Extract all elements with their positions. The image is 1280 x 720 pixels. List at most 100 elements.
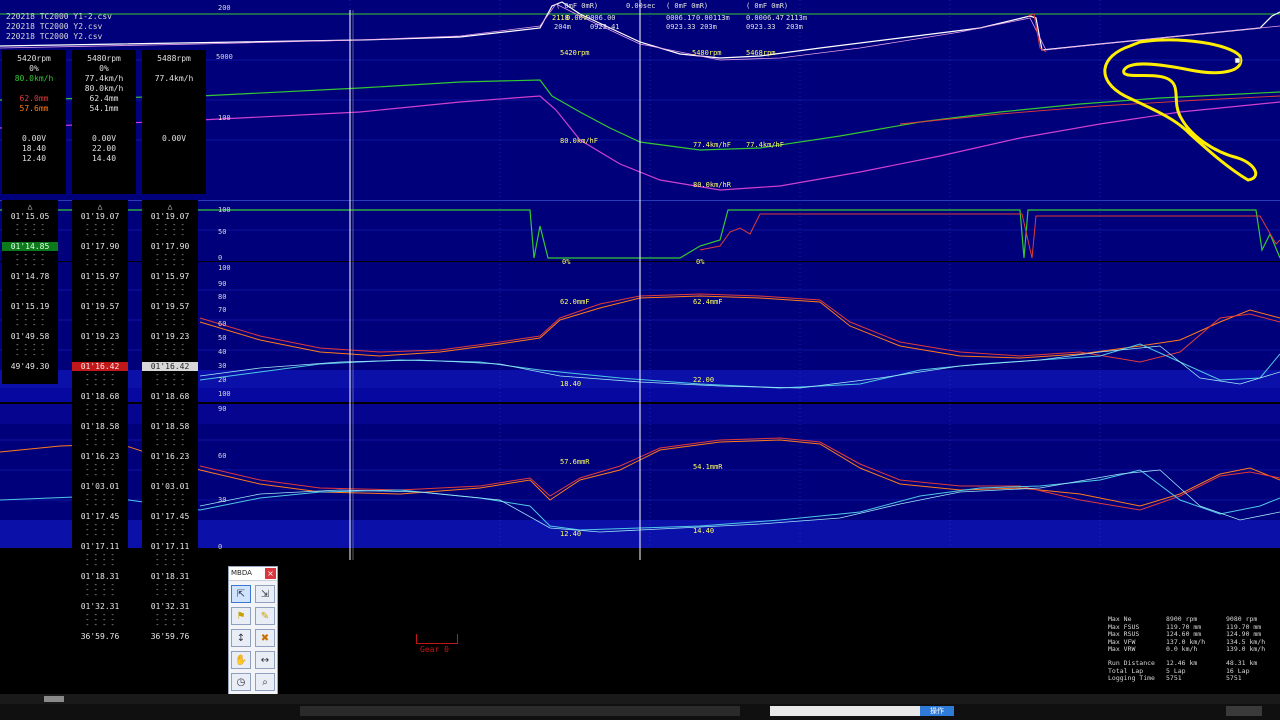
lap-time[interactable]: 01'32.31 <box>72 602 128 611</box>
cursor-readout: 0.00sec <box>626 2 656 10</box>
col1-susp-f: 62.0mm <box>19 94 49 103</box>
lap-time[interactable]: 01'18.58 <box>72 422 128 431</box>
lap-time[interactable]: 01'17.11 <box>142 542 198 551</box>
close-icon[interactable]: × <box>265 568 276 579</box>
lap-time[interactable]: 01'18.31 <box>72 572 128 581</box>
lap-separator: - - - -- - - -- - - - <box>155 281 185 299</box>
lap-time[interactable]: 01'14.78 <box>2 272 58 281</box>
timeline-thumb[interactable] <box>44 696 64 702</box>
lap-time[interactable]: 01'16.42 <box>72 362 128 371</box>
cursor-readout: 0.00113m <box>696 14 730 22</box>
col3-rpm: 5488rpm <box>157 54 191 63</box>
lap-separator: - - - -- - - -- - - - <box>85 341 115 359</box>
lap-time[interactable]: 01'19.57 <box>142 302 198 311</box>
cursor-readout: ( 0mF 0mR) <box>746 2 789 10</box>
lap-time[interactable]: 01'17.90 <box>142 242 198 251</box>
lap-time[interactable]: 01'18.68 <box>142 392 198 401</box>
zoom-horizontal-icon[interactable]: ↔ <box>255 651 275 669</box>
lap-time[interactable]: 01'19.07 <box>142 212 198 221</box>
lap-separator: - - - -- - - -- - - - <box>155 311 185 329</box>
rear-susp-tick: 60 <box>218 452 227 460</box>
lap-separator: - - - -- - - -- - - - <box>15 221 45 239</box>
marker-edit-icon[interactable]: ✎ <box>255 607 275 625</box>
col1-volt: 0.00V <box>21 134 47 143</box>
front-susp-tick: 100 <box>218 264 231 272</box>
throttle-tick: 100 <box>218 206 231 214</box>
lap-time[interactable]: 01'49.58 <box>2 332 58 341</box>
lap-time[interactable]: 01'03.01 <box>72 482 128 491</box>
lap-separator: - - - -- - - -- - - - <box>155 521 185 539</box>
rear-susp-tick: 30 <box>218 496 227 504</box>
lap-time[interactable]: 01'17.11 <box>72 542 128 551</box>
timeline-scrollbar[interactable] <box>0 694 1280 704</box>
lap-time[interactable]: 01'16.23 <box>142 452 198 461</box>
lap-time[interactable]: 01'15.19 <box>2 302 58 311</box>
lap-time[interactable]: 01'17.45 <box>142 512 198 521</box>
lap-time[interactable]: 01'03.01 <box>142 482 198 491</box>
lap-time[interactable]: 01'19.57 <box>72 302 128 311</box>
lap-header-marker: △ <box>27 202 33 211</box>
toolbox-titlebar[interactable]: MBDA × <box>229 567 277 581</box>
lap-time[interactable]: 01'18.58 <box>142 422 198 431</box>
lap-time[interactable]: 01'16.42 <box>142 362 198 371</box>
col1-pct: 0% <box>29 64 39 73</box>
magnify-icon[interactable]: ⌕ <box>255 673 275 691</box>
cursor-readout: 0923.41 <box>590 23 620 31</box>
lap-separator: - - - -- - - -- - - - <box>155 551 185 569</box>
rear-susp-label: 12.40 <box>560 530 582 538</box>
lap-time[interactable]: 01'19.07 <box>72 212 128 221</box>
cursor-readout: 204m <box>554 23 571 31</box>
lap-time[interactable]: 01'17.90 <box>72 242 128 251</box>
lap-time[interactable]: 01'18.31 <box>142 572 198 581</box>
cursor-readout: 0006.00 <box>586 14 616 22</box>
marker-set-icon[interactable]: ⚑ <box>231 607 251 625</box>
lap-header-marker: △ <box>97 202 103 211</box>
lap-separator: - - - -- - - -- - - - <box>85 581 115 599</box>
lap-time[interactable]: 01'19.23 <box>72 332 128 341</box>
rpm-label: 5480rpm <box>692 49 722 57</box>
lap-time[interactable]: 01'16.23 <box>72 452 128 461</box>
lap-separator: - - - -- - - -- - - - <box>15 281 45 299</box>
col3-speed: 77.4km/h <box>154 74 194 83</box>
stat-v2: 139.0 km/h <box>1226 645 1266 653</box>
clock-icon[interactable]: ◷ <box>231 673 251 691</box>
stat-v1: 0.0 km/h <box>1166 645 1198 653</box>
col2-susp-r: 54.1mm <box>89 104 119 113</box>
lap-time[interactable]: 01'17.45 <box>72 512 128 521</box>
lap-time[interactable]: 01'15.05 <box>2 212 58 221</box>
front-susp-trace-red <box>199 293 1280 363</box>
cursor-b-icon[interactable]: ⇲ <box>255 585 275 603</box>
lap-time[interactable]: 01'15.97 <box>142 272 198 281</box>
status-tab[interactable]: 操作 <box>920 706 954 716</box>
lap-time[interactable]: 36'59.76 <box>142 632 198 641</box>
toolbox-window[interactable]: MBDA × ⇱ ⇲ ⚑ ✎ ↕ ✖ ✋ ↔ ◷ ⌕ ▷ ◎ <box>228 566 278 714</box>
lap-separator: - - - -- - - -- - - - <box>155 581 185 599</box>
zoom-vertical-icon[interactable]: ↕ <box>231 629 251 647</box>
rpm-tick: 200 <box>218 4 231 12</box>
lap-separator: - - - -- - - -- - - - <box>85 431 115 449</box>
cursor-a-icon[interactable]: ⇱ <box>231 585 251 603</box>
front-susp-tick: 50 <box>218 334 227 342</box>
col2-volt: 0.00V <box>91 134 117 143</box>
delete-icon[interactable]: ✖ <box>255 629 275 647</box>
throttle-trace-red <box>699 213 1280 259</box>
hand-pan-icon[interactable]: ✋ <box>231 651 251 669</box>
lap-separator: - - - -- - - -- - - - <box>15 341 45 359</box>
lap-separator: - - - -- - - -- - - - <box>85 281 115 299</box>
lap-time[interactable]: 01'19.23 <box>142 332 198 341</box>
cursor-readout: ( 0mF 0mR) <box>556 2 599 10</box>
rear-susp-tick: 90 <box>218 405 227 413</box>
lap-time[interactable]: 01'15.97 <box>72 272 128 281</box>
col2-v2: 14.40 <box>91 154 117 163</box>
lap-separator: - - - -- - - -- - - - <box>155 251 185 269</box>
lap-time[interactable]: 01'18.68 <box>72 392 128 401</box>
lap-time[interactable]: 01'14.85 <box>2 242 58 251</box>
lap-separator: - - - -- - - -- - - - <box>155 371 185 389</box>
lap-time[interactable]: 49'49.30 <box>2 362 58 371</box>
toolbox-title: MBDA <box>231 569 252 577</box>
col2-pct: 0% <box>99 64 109 73</box>
gear-indicator <box>416 634 458 644</box>
lap-time[interactable]: 01'32.31 <box>142 602 198 611</box>
lap-time[interactable]: 36'59.76 <box>72 632 128 641</box>
lap-separator: - - - -- - - -- - - - <box>85 401 115 419</box>
